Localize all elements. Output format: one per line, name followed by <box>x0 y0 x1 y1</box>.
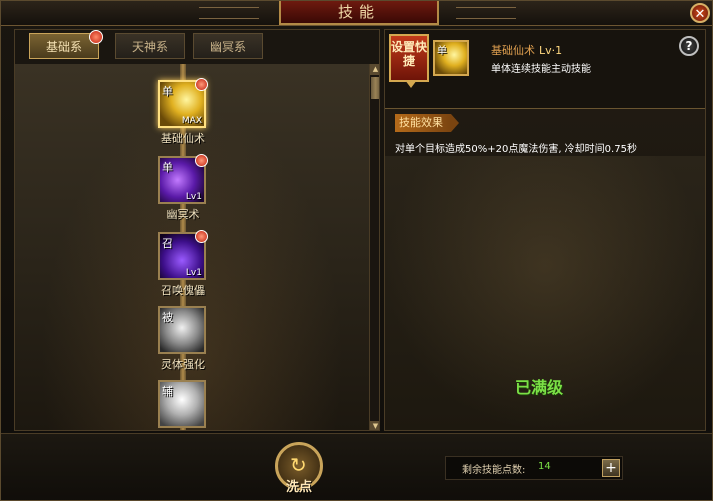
skill-name: 幽冥术 <box>166 208 200 221</box>
tab-label: 天神系 <box>131 40 168 54</box>
tab-celestial[interactable]: 天神系 <box>115 33 185 59</box>
gold-wings-icon: 单 <box>433 40 469 76</box>
skill-name: 基础仙术 <box>491 44 535 57</box>
scroll-thumb[interactable] <box>371 77 379 99</box>
puppet-icon: 召 Lv1 <box>158 230 208 280</box>
add-points-button[interactable]: + <box>602 459 620 477</box>
maxed-status: 已满级 <box>515 378 564 397</box>
skill-type-label: 单 <box>437 46 447 57</box>
window-title: 技能 <box>337 3 380 21</box>
skill-type-label: 被 <box>162 311 173 324</box>
spirit-figure-icon: 被 <box>158 306 206 354</box>
skill-level-label: MAX <box>181 116 202 126</box>
skill-name: 基础仙术 <box>161 132 205 145</box>
close-button[interactable]: ✕ <box>690 3 710 23</box>
light-burst-icon: 辅 <box>158 380 206 428</box>
set-shortcut-button[interactable]: 设置快捷 <box>389 34 429 88</box>
effect-tag: 技能效果 <box>395 114 459 132</box>
tab-label: 幽冥系 <box>209 40 246 54</box>
skill-type-label: 辅 <box>162 385 173 398</box>
skill-node-spirit-enhance[interactable]: 被 灵体强化 <box>158 306 208 372</box>
skill-level: Lv·1 <box>539 44 563 57</box>
help-button[interactable]: ? <box>679 36 699 56</box>
title-ornament-right <box>456 7 516 19</box>
scroll-down-icon[interactable]: ▼ <box>370 421 379 430</box>
effect-text: 对单个目标造成50%+20点魔法伤害, 冷却时间0.75秒 <box>395 144 637 155</box>
points-value: 14 <box>538 461 551 472</box>
notification-badge-icon <box>195 230 208 243</box>
tab-basic[interactable]: 基础系 <box>29 30 103 59</box>
skill-name: 召唤傀儡 <box>161 284 205 297</box>
skill-points-box: 剩余技能点数: 14 + <box>445 456 623 480</box>
notification-badge-icon <box>89 30 103 44</box>
close-icon: ✕ <box>694 7 706 22</box>
skill-node-summon-puppet[interactable]: 召 Lv1 召唤傀儡 <box>158 230 208 298</box>
notification-badge-icon <box>195 78 208 91</box>
title-plate: 技能 <box>279 1 439 25</box>
refresh-icon: ↻ <box>290 453 307 477</box>
skill-detail-header: 设置快捷 单 基础仙术 Lv·1 单体连续技能主动技能 ? <box>385 30 705 109</box>
title-bar: 技能 ✕ <box>1 1 712 26</box>
points-label: 剩余技能点数: <box>462 465 526 476</box>
skill-type-label: 单 <box>162 85 173 98</box>
tab-label: 基础系 <box>45 40 82 54</box>
plus-icon: + <box>605 460 617 476</box>
bottom-bar: ↻ 洗点 剩余技能点数: 14 + <box>1 433 712 500</box>
title-ornament-left <box>199 7 259 19</box>
skill-window: 技能 ✕ 基础系 天神系 幽冥系 单 MAX 基础仙术 单 Lv1 幽冥术 召 … <box>0 0 713 501</box>
skill-level-label: Lv1 <box>185 268 202 278</box>
question-icon: ? <box>685 39 693 53</box>
reset-label: 洗点 <box>285 480 312 495</box>
skill-node-basic-spell[interactable]: 单 MAX 基础仙术 <box>158 78 208 146</box>
skill-detail-panel: 设置快捷 单 基础仙术 Lv·1 单体连续技能主动技能 ? 技能效果 对单个目标造… <box>384 29 706 431</box>
skill-name: 灵体强化 <box>161 358 205 371</box>
notification-badge-icon <box>195 154 208 167</box>
skill-category-tabs: 基础系 天神系 幽冥系 <box>15 30 379 65</box>
skill-level-label: Lv1 <box>185 192 202 202</box>
purple-vortex-icon: 单 Lv1 <box>158 154 208 204</box>
skill-tree-panel: 基础系 天神系 幽冥系 单 MAX 基础仙术 单 Lv1 幽冥术 召 Lv1 召… <box>14 29 380 431</box>
scroll-up-icon[interactable]: ▲ <box>370 64 379 75</box>
skill-node-support[interactable]: 辅 <box>158 380 208 428</box>
tab-netherworld[interactable]: 幽冥系 <box>193 33 263 59</box>
skill-node-nether-spell[interactable]: 单 Lv1 幽冥术 <box>158 154 208 222</box>
skill-title: 基础仙术 Lv·1 <box>491 42 562 58</box>
skill-description: 单体连续技能主动技能 <box>491 64 591 75</box>
skill-type-label: 单 <box>162 161 173 174</box>
gold-wings-icon: 单 MAX <box>158 78 208 128</box>
skill-type-label: 召 <box>162 237 173 250</box>
skill-list-scrollbar[interactable]: ▲ ▼ <box>369 64 379 430</box>
